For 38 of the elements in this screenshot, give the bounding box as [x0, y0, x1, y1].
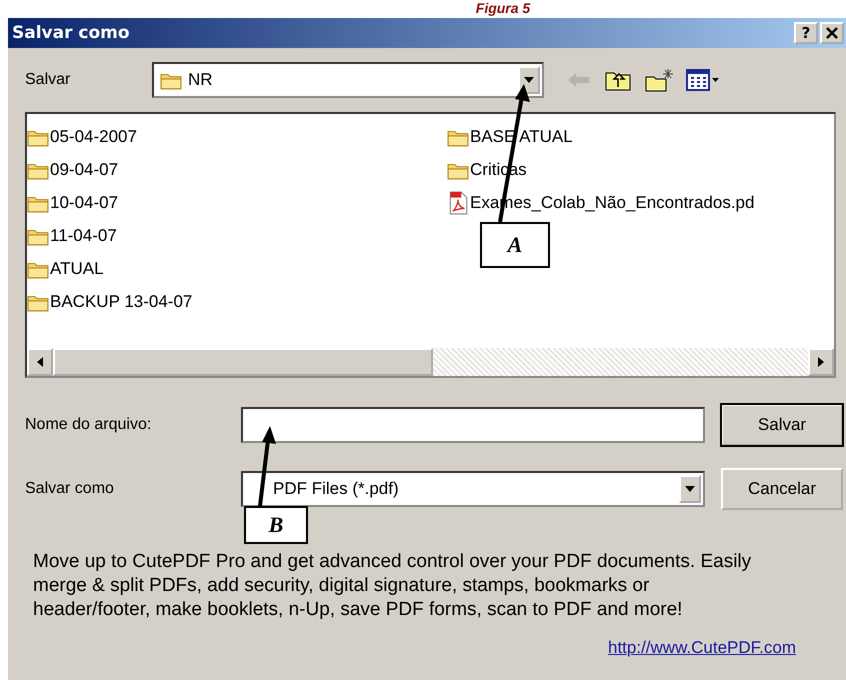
scroll-left-icon[interactable] [27, 348, 53, 376]
file-type-value: PDF Files (*.pdf) [273, 479, 400, 499]
location-value: NR [188, 70, 214, 90]
file-item[interactable]: 05-04-2007 [27, 120, 447, 153]
file-item[interactable]: 09-04-07 [27, 153, 447, 186]
save-button[interactable]: Salvar [721, 404, 843, 446]
window-title: Salvar como [12, 23, 130, 43]
file-name: 10-04-07 [50, 192, 118, 212]
file-name-label: Nome do arquivo: [25, 416, 152, 434]
scroll-right-icon[interactable] [808, 348, 834, 376]
file-name: BACKUP 13-04-07 [50, 292, 192, 312]
cancel-button[interactable]: Cancelar [721, 468, 843, 510]
horizontal-scrollbar[interactable] [27, 348, 834, 376]
save-in-label: Salvar [25, 71, 72, 89]
pdf-file-icon [447, 190, 469, 214]
callout-label: B [244, 506, 308, 544]
website-link[interactable]: http://www.CutePDF.com [608, 638, 796, 658]
file-type-label: Salvar como [25, 480, 115, 498]
file-name: ATUAL [50, 258, 104, 278]
file-name: 11-04-07 [50, 226, 117, 246]
file-name: 09-04-07 [50, 160, 118, 180]
close-button[interactable] [820, 22, 844, 44]
file-item[interactable]: ATUAL [27, 252, 447, 285]
help-button[interactable]: ? [794, 22, 818, 44]
file-item[interactable]: 10-04-07 [27, 186, 447, 219]
promo-text: Move up to CutePDF Pro and get advanced control over your PDF documents. Easily merge & split PDFs, add security, digital signature, stamps, bookmarks or header/footer, make booklets, n-Up, save PDF forms, scan to PDF and more! [33, 550, 752, 622]
views-menu-icon[interactable] [686, 68, 720, 92]
location-dropdown[interactable]: NR [152, 62, 544, 98]
callout-label: A [480, 222, 550, 268]
file-item[interactable]: 11-04-07 [27, 219, 447, 252]
figure-caption: Figura 5 [474, 0, 532, 18]
file-item[interactable]: BACKUP 13-04-07 [27, 285, 447, 318]
scrollbar-thumb[interactable] [53, 348, 433, 376]
new-folder-icon[interactable] [644, 68, 674, 92]
file-type-dropdown[interactable]: PDF Files (*.pdf) [241, 471, 705, 507]
file-name-field[interactable] [241, 407, 705, 443]
close-icon [825, 26, 839, 40]
file-name: 05-04-2007 [50, 126, 137, 146]
